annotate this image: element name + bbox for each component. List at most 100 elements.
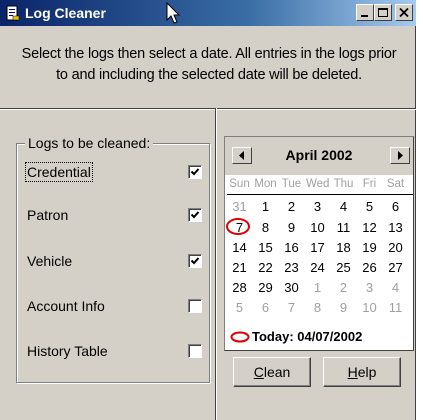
calendar-day[interactable]: 6: [254, 300, 277, 316]
horizontal-divider: [0, 108, 416, 110]
calendar-day[interactable]: 5: [358, 199, 381, 215]
weekday-header: Sun Mon Tue Wed Thu Fri Sat: [227, 177, 413, 195]
checkbox-vehicle[interactable]: [188, 254, 202, 268]
weekday-label: Mon: [254, 178, 277, 190]
calendar-day[interactable]: 11: [384, 300, 407, 316]
close-button[interactable]: [395, 4, 413, 21]
calendar-day[interactable]: 23: [280, 260, 303, 276]
arrow-left-icon: [239, 151, 244, 160]
help-button[interactable]: Help: [323, 357, 401, 387]
calendar-month-label[interactable]: April 2002: [255, 147, 383, 163]
calendar-day[interactable]: 10: [306, 220, 329, 236]
window-title: Log Cleaner: [25, 5, 106, 21]
calendar-day[interactable]: 29: [254, 280, 277, 296]
calendar-day[interactable]: 4: [332, 199, 355, 215]
weekday-label: Wed: [306, 178, 330, 190]
calendar-header: April 2002: [225, 137, 413, 175]
calendar-day[interactable]: 12: [358, 220, 381, 236]
minimize-button[interactable]: [356, 4, 374, 21]
calendar-day[interactable]: 20: [384, 240, 407, 256]
checkbox-history-table[interactable]: [188, 344, 202, 358]
checkmark-icon: [190, 257, 200, 265]
instruction-line-1: Select the logs then select a date. All …: [21, 46, 397, 62]
calendar-day[interactable]: 15: [254, 240, 277, 256]
calendar-day[interactable]: 30: [280, 280, 303, 296]
calendar-day[interactable]: 5: [228, 300, 251, 316]
calendar-day[interactable]: 24: [306, 260, 329, 276]
calendar-day[interactable]: 17: [306, 240, 329, 256]
calendar-day[interactable]: 7: [280, 300, 303, 316]
calendar-day[interactable]: 22: [254, 260, 277, 276]
checkbox-credential[interactable]: [188, 165, 202, 179]
weekday-label: Thu: [333, 178, 354, 190]
calendar-day[interactable]: 8: [306, 300, 329, 316]
log-label-patron: Patron: [27, 207, 69, 223]
calendar-day[interactable]: 2: [332, 280, 355, 296]
close-icon: [399, 7, 409, 18]
weekday-label: Fri: [362, 178, 377, 190]
weekday-label: Sat: [386, 178, 405, 190]
help-button-mnemonic: H: [347, 364, 358, 380]
calendar-day[interactable]: 2: [280, 199, 303, 215]
calendar-day[interactable]: 21: [228, 260, 251, 276]
calendar-day[interactable]: 3: [306, 199, 329, 215]
logs-group-legend: Logs to be cleaned:: [25, 134, 154, 152]
weekday-label: Sun: [229, 178, 250, 190]
calendar-day[interactable]: 6: [384, 199, 407, 215]
calendar-day[interactable]: 19: [358, 240, 381, 256]
calendar-day[interactable]: 3: [358, 280, 381, 296]
log-item-vehicle[interactable]: Vehicle: [27, 251, 207, 273]
calendar-day[interactable]: 27: [384, 260, 407, 276]
today-link[interactable]: Today: 04/07/2002: [225, 328, 413, 348]
mouse-pointer-icon: [166, 2, 181, 24]
previous-month-button[interactable]: [232, 147, 252, 164]
log-item-account-info[interactable]: Account Info: [27, 296, 207, 318]
log-item-history-table[interactable]: History Table: [27, 341, 207, 363]
clean-button-label: lean: [263, 364, 291, 380]
calendar-day[interactable]: 9: [280, 220, 303, 236]
maximize-button[interactable]: [374, 4, 392, 21]
calendar-day[interactable]: 4: [384, 280, 407, 296]
log-item-patron[interactable]: Patron: [27, 205, 207, 227]
calendar-day[interactable]: 13: [384, 220, 407, 236]
calendar-day[interactable]: 1: [254, 199, 277, 215]
log-label-credential: Credential: [25, 162, 93, 182]
checkmark-icon: [190, 211, 200, 219]
clean-button[interactable]: Clean: [233, 357, 311, 387]
calendar-day[interactable]: 11: [332, 220, 355, 236]
next-month-button[interactable]: [390, 147, 410, 164]
calendar-day[interactable]: 28: [228, 280, 251, 296]
calendar-day[interactable]: 26: [358, 260, 381, 276]
instruction-line-2: to and including the selected date will …: [56, 67, 362, 83]
calendar-day[interactable]: 10: [358, 300, 381, 316]
calendar-day[interactable]: 1: [306, 280, 329, 296]
title-bar[interactable]: Log Cleaner: [0, 0, 416, 26]
calendar-day[interactable]: 16: [280, 240, 303, 256]
clean-button-mnemonic: C: [253, 364, 264, 380]
log-item-credential[interactable]: Credential: [25, 162, 207, 184]
arrow-right-icon: [398, 151, 403, 160]
calendar-day[interactable]: 8: [254, 220, 277, 236]
calendar-day[interactable]: 14: [228, 240, 251, 256]
app-icon: [6, 5, 20, 21]
minimize-icon: [361, 15, 368, 17]
today-label: Today: 04/07/2002: [252, 329, 363, 344]
log-label-vehicle: Vehicle: [27, 253, 73, 269]
calendar-day[interactable]: 9: [332, 300, 355, 316]
calendar-day[interactable]: 18: [332, 240, 355, 256]
checkbox-account-info[interactable]: [188, 299, 202, 313]
weekday-label: Tue: [281, 178, 302, 190]
log-label-account-info: Account Info: [27, 298, 105, 314]
month-calendar[interactable]: April 2002 Sun Mon Tue Wed Thu Fri Sat 3…: [224, 136, 414, 351]
log-label-history-table: History Table: [27, 343, 108, 359]
help-button-label: elp: [357, 364, 377, 380]
instruction-text: Select the logs then select a date. All …: [6, 44, 412, 86]
log-cleaner-window: Log Cleaner Select the logs then select …: [0, 0, 416, 420]
today-circle-icon: [230, 331, 250, 343]
vertical-divider: [215, 108, 217, 420]
calendar-day[interactable]: 31: [228, 199, 251, 215]
checkbox-patron[interactable]: [188, 208, 202, 222]
checkmark-icon: [190, 168, 200, 176]
calendar-day[interactable]: 25: [332, 260, 355, 276]
maximize-icon: [378, 8, 388, 17]
